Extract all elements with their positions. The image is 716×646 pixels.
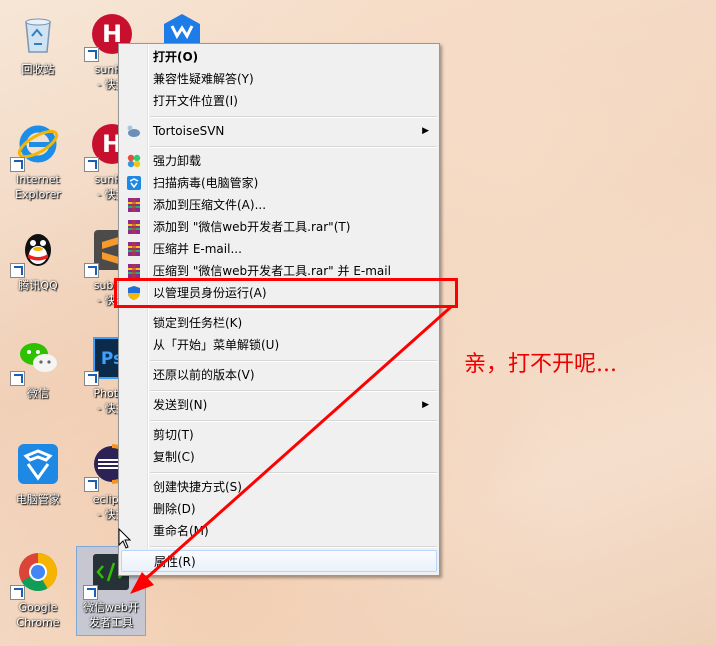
mouse-cursor-icon (118, 528, 132, 549)
annotation-note: 亲，打不开呢... (464, 352, 617, 377)
annotation-arrow (130, 304, 453, 594)
